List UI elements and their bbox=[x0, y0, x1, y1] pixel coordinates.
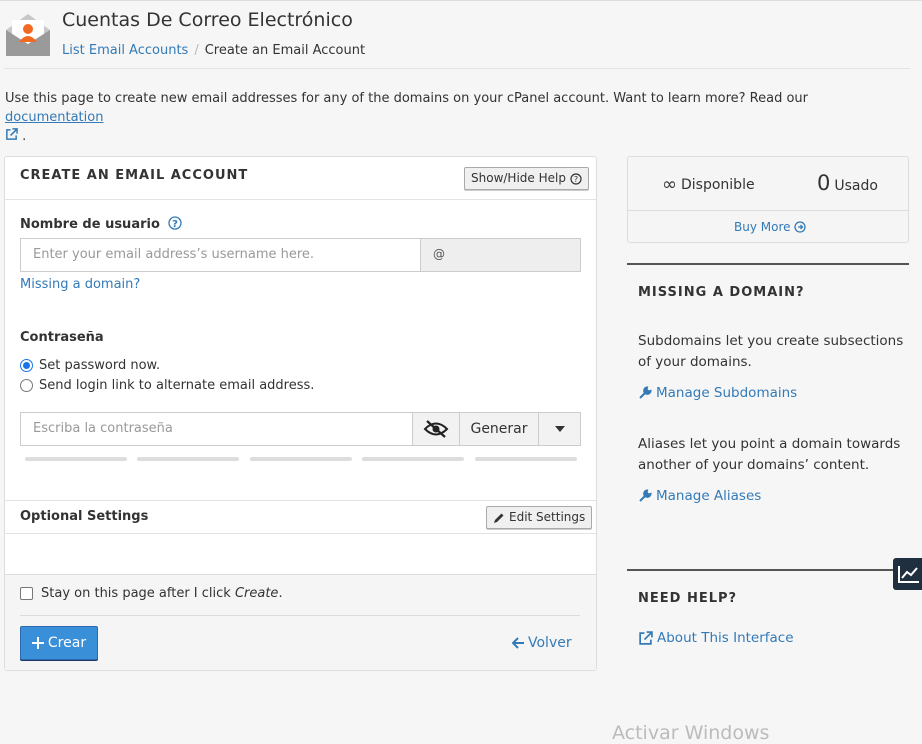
windows-activation-watermark: Activar Windows bbox=[612, 722, 770, 744]
strength-meter-segment bbox=[137, 457, 239, 461]
intro-text: Use this page to create new email addres… bbox=[5, 89, 910, 146]
create-button[interactable]: Crear bbox=[20, 626, 98, 660]
username-label: Nombre de usuario bbox=[20, 217, 160, 232]
used-count: 0 bbox=[817, 171, 831, 195]
aliases-text: Aliases let you point a domain towards a… bbox=[638, 436, 901, 473]
stay-on-page-prefix: Stay on this page after I click bbox=[41, 586, 235, 601]
trend-chart-icon bbox=[898, 566, 919, 583]
create-label: Crear bbox=[47, 635, 87, 651]
strength-meter-segment bbox=[475, 457, 577, 461]
breadcrumb: List Email Accounts / Create an Email Acco… bbox=[62, 43, 365, 58]
back-link[interactable]: Volver bbox=[512, 635, 572, 651]
password-input[interactable]: Escriba la contraseña bbox=[20, 412, 413, 446]
wrench-icon bbox=[639, 489, 652, 502]
top-border bbox=[0, 0, 922, 1]
panel-title-divider bbox=[5, 199, 596, 200]
about-interface-link[interactable]: About This Interface bbox=[638, 630, 794, 646]
used-label: Usado bbox=[834, 178, 878, 194]
stats-row: ∞ Disponible 0 Usado bbox=[628, 157, 908, 211]
question-circle-icon: ? bbox=[570, 172, 582, 185]
manage-aliases-label: Manage Aliases bbox=[656, 488, 762, 504]
available-label: Disponible bbox=[681, 176, 755, 193]
missing-domain-rule bbox=[627, 263, 909, 265]
edit-settings-button[interactable]: Edit Settings bbox=[486, 506, 593, 529]
documentation-link[interactable]: documentation bbox=[5, 110, 103, 125]
create-email-panel: CREATE AN EMAIL ACCOUNT Show/Hide Help ?… bbox=[4, 156, 597, 671]
toggle-password-visibility-button[interactable] bbox=[412, 412, 460, 446]
need-help-heading: NEED HELP? bbox=[638, 591, 738, 606]
stay-on-page-suffix: . bbox=[278, 586, 283, 601]
missing-domain-heading: MISSING A DOMAIN? bbox=[638, 285, 805, 300]
breadcrumb-current: Create an Email Account bbox=[204, 43, 366, 58]
show-hide-help-button[interactable]: Show/Hide Help ? bbox=[464, 167, 589, 190]
optional-settings-top-divider bbox=[5, 500, 596, 501]
svg-text:?: ? bbox=[574, 175, 578, 184]
wrench-icon bbox=[639, 386, 652, 399]
breadcrumb-separator: / bbox=[194, 43, 199, 58]
strength-meter-segment bbox=[250, 457, 352, 461]
panel-title: CREATE AN EMAIL ACCOUNT bbox=[20, 168, 249, 183]
password-placeholder: Escriba la contraseña bbox=[33, 421, 173, 436]
need-help-rule bbox=[627, 569, 909, 571]
strength-meter-segment bbox=[25, 457, 127, 461]
header-divider bbox=[4, 68, 910, 69]
stay-on-page-row[interactable]: Stay on this page after I click Create. bbox=[20, 586, 283, 601]
eye-slash-icon bbox=[423, 420, 449, 438]
back-label: Volver bbox=[528, 635, 572, 651]
set-password-now-label: Set password now. bbox=[39, 358, 161, 373]
account-stats-box: ∞ Disponible 0 Usado Buy More bbox=[627, 156, 909, 243]
radio-selected[interactable] bbox=[20, 359, 33, 372]
buy-more-label: Buy More bbox=[734, 220, 791, 234]
username-placeholder: Enter your email address’s username here… bbox=[33, 247, 315, 262]
optional-settings-divider bbox=[5, 533, 596, 534]
domain-select[interactable]: @ bbox=[420, 238, 581, 272]
plus-icon bbox=[31, 637, 44, 649]
intro-body: Use this page to create new email addres… bbox=[5, 91, 809, 106]
generate-password-button[interactable]: Generar bbox=[459, 412, 539, 446]
username-input[interactable]: Enter your email address’s username here… bbox=[20, 238, 421, 272]
buy-more-link[interactable]: Buy More bbox=[734, 220, 806, 234]
external-link-icon bbox=[639, 630, 653, 645]
subdomains-text: Subdomains let you create subsections of… bbox=[638, 333, 904, 370]
arrow-circle-right-icon bbox=[793, 221, 806, 233]
stay-on-page-label: Stay on this page after I click Create. bbox=[41, 586, 283, 601]
trend-chart-button[interactable] bbox=[893, 558, 922, 590]
stay-on-page-create-em: Create bbox=[234, 586, 279, 601]
manage-subdomains-label: Manage Subdomains bbox=[656, 385, 798, 401]
manage-subdomains-link[interactable]: Manage Subdomains bbox=[638, 385, 797, 401]
about-interface-label: About This Interface bbox=[657, 630, 794, 646]
optional-settings-label: Optional Settings bbox=[20, 509, 149, 524]
username-label-row: Nombre de usuario ? bbox=[20, 216, 183, 232]
strength-meter-segment bbox=[362, 457, 464, 461]
intro-trailing: . bbox=[22, 129, 27, 144]
external-link-icon[interactable] bbox=[5, 128, 18, 141]
password-label: Contraseña bbox=[20, 330, 104, 345]
available-stat: ∞ Disponible bbox=[662, 174, 755, 195]
generate-options-dropdown[interactable] bbox=[538, 412, 581, 446]
footer-divider bbox=[20, 615, 580, 616]
pencil-icon bbox=[494, 513, 504, 523]
radio-unselected[interactable] bbox=[20, 379, 33, 392]
manage-aliases-link[interactable]: Manage Aliases bbox=[638, 488, 761, 504]
show-hide-help-label: Show/Hide Help bbox=[471, 171, 566, 185]
stay-on-page-checkbox[interactable] bbox=[20, 587, 33, 600]
caret-down-icon bbox=[554, 426, 565, 432]
username-help-icon[interactable]: ? bbox=[168, 216, 183, 230]
arrow-left-icon bbox=[512, 637, 524, 649]
breadcrumb-list-email-accounts-link[interactable]: List Email Accounts bbox=[62, 43, 188, 58]
set-password-now-option[interactable]: Set password now. bbox=[20, 358, 160, 373]
at-symbol: @ bbox=[433, 247, 445, 261]
email-app-icon bbox=[4, 10, 52, 58]
used-stat: 0 Usado bbox=[817, 171, 878, 195]
send-login-link-label: Send login link to alternate email addre… bbox=[39, 378, 315, 393]
generate-label: Generar bbox=[470, 421, 528, 437]
page-title: Cuentas De Correo Electrónico bbox=[62, 9, 353, 31]
missing-domain-link[interactable]: Missing a domain? bbox=[20, 277, 140, 292]
edit-settings-label: Edit Settings bbox=[509, 510, 586, 524]
send-login-link-option[interactable]: Send login link to alternate email addre… bbox=[20, 378, 314, 393]
svg-text:?: ? bbox=[173, 219, 179, 230]
infinity-symbol: ∞ bbox=[662, 174, 677, 195]
